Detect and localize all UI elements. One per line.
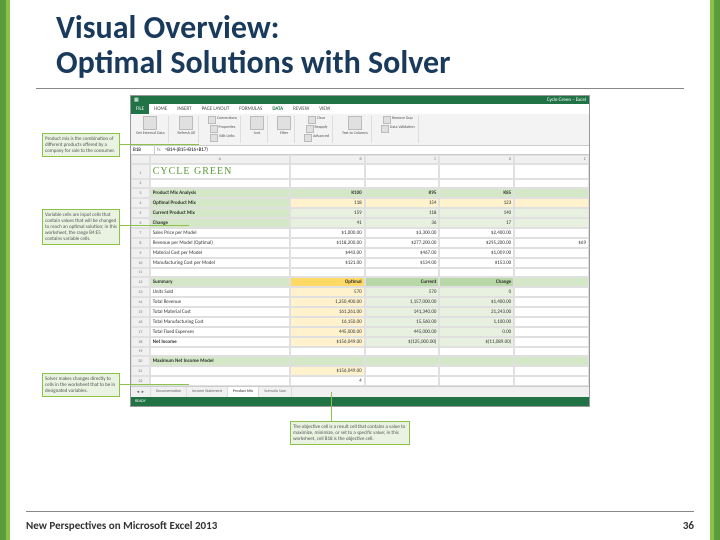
excel-titlebar: ▦ Cycle Green – Excel	[131, 96, 589, 104]
external-data-icon[interactable]	[143, 116, 157, 130]
formula-value[interactable]: =B14-(B15+B16+B17)	[163, 146, 589, 154]
table-row[interactable]: 10Manufacturing Cost per Model$121.00$13…	[131, 258, 589, 268]
footer-rule	[26, 511, 694, 512]
table-row[interactable]: 11	[131, 268, 589, 277]
tab-view[interactable]: VIEW	[314, 104, 335, 114]
table-row[interactable]: 20Maximum Net Income Model	[131, 356, 589, 366]
table-row[interactable]: 18Net Income$156,049.00$(125,000.00)$(11…	[131, 337, 589, 347]
status-bar: READY	[131, 397, 589, 406]
title-rule	[36, 88, 684, 89]
table-row[interactable]: 7Sales Price per Model$1,000.00$3,300.00…	[131, 228, 589, 238]
sort-icon[interactable]	[250, 116, 264, 130]
clear-icon[interactable]	[308, 116, 316, 124]
logo: CYCLE GREEN	[150, 164, 290, 179]
tab-insert[interactable]: INSERT	[172, 104, 196, 114]
table-row[interactable]: 13Units Sold5705700	[131, 287, 589, 297]
adv-icon[interactable]	[304, 134, 312, 142]
sheet-tabs: ◄ ► Documentation Income Statement Produ…	[131, 386, 589, 397]
excel-icon: ▦	[134, 97, 139, 103]
tab-formulas[interactable]: FORMULAS	[234, 104, 267, 114]
rd-icon[interactable]	[383, 116, 391, 124]
spreadsheet-grid[interactable]: A B C D E 1CYCLE GREEN 2 3Product Mix An…	[131, 155, 589, 386]
table-row[interactable]: 224	[131, 376, 589, 386]
name-box[interactable]: B18	[131, 146, 155, 154]
sheet-scenario[interactable]: Scenario Sum	[259, 387, 292, 397]
table-row[interactable]: 21$156,049.00	[131, 366, 589, 376]
table-row[interactable]: 4Optimal Product Mix118154123	[131, 198, 589, 208]
sheet-income[interactable]: Income Statement	[187, 387, 228, 397]
reapply-icon[interactable]	[306, 125, 314, 133]
refresh-icon[interactable]	[179, 116, 193, 130]
table-row[interactable]: 8Revenue per Model (Optimal)$118,200.00$…	[131, 238, 589, 248]
tab-nav[interactable]: ◄ ►	[131, 387, 151, 397]
dv-icon[interactable]	[381, 125, 389, 133]
callout-product-mix: Product mix is the combination of differ…	[42, 133, 120, 157]
table-row[interactable]: 6Change413617	[131, 218, 589, 228]
fx-icon[interactable]: fx	[155, 146, 163, 154]
tab-home[interactable]: HOME	[149, 104, 172, 114]
prop-icon[interactable]	[210, 125, 218, 133]
table-row[interactable]: 17Total Fixed Expenses445,000.00445,000.…	[131, 327, 589, 337]
edit-icon[interactable]	[210, 134, 218, 142]
table-row[interactable]: 15Total Material Cost161,261.00141,340.0…	[131, 307, 589, 317]
col-headers: A B C D E	[131, 155, 589, 164]
ribbon-tabs: FILE HOME INSERT PAGE LAYOUT FORMULAS DA…	[131, 104, 589, 114]
callout-solver: Solver makes changes directly to cells i…	[42, 373, 120, 397]
table-row[interactable]: 5Current Product Mix159118140	[131, 208, 589, 218]
ribbon-body: Get External Data Refresh All Connection…	[131, 114, 589, 146]
tab-data[interactable]: DATA	[267, 104, 288, 114]
excel-window: ▦ Cycle Green – Excel FILE HOME INSERT P…	[130, 95, 590, 407]
conn-icon[interactable]	[208, 116, 216, 124]
table-row[interactable]: 12SummaryOptimalCurrentChange	[131, 277, 589, 287]
table-row[interactable]: 3Product Mix AnalysisK100K95K85	[131, 188, 589, 198]
sheet-productmix[interactable]: Product Mix	[228, 387, 259, 397]
formula-bar: B18 fx =B14-(B15+B16+B17)	[131, 146, 589, 155]
slide-title: Visual Overview: Optimal Solutions with …	[6, 0, 714, 86]
ttc-icon[interactable]	[348, 116, 362, 130]
table-row[interactable]: 9Material Cost per Model$443.00$467.00$1…	[131, 248, 589, 258]
tab-review[interactable]: REVIEW	[288, 104, 314, 114]
table-row[interactable]: 19	[131, 347, 589, 356]
callout-variable-cells: Variable cells are input cells that cont…	[42, 209, 120, 245]
sheet-doc[interactable]: Documentation	[151, 387, 187, 397]
footer-right: 36	[683, 519, 694, 532]
slide-footer: New Perspectives on Microsoft Excel 2013…	[26, 519, 694, 532]
tab-pagelayout[interactable]: PAGE LAYOUT	[197, 104, 235, 114]
tab-file[interactable]: FILE	[131, 104, 149, 114]
footer-left: New Perspectives on Microsoft Excel 2013	[26, 519, 217, 532]
table-row[interactable]: 16Total Manufacturing Cost16,150.0015,56…	[131, 317, 589, 327]
table-row[interactable]: 14Total Revenue1,250,400.001,157,000.00$…	[131, 297, 589, 307]
filter-icon[interactable]	[277, 116, 291, 130]
callout-objective: The objective cell is a result cell that…	[290, 421, 410, 445]
